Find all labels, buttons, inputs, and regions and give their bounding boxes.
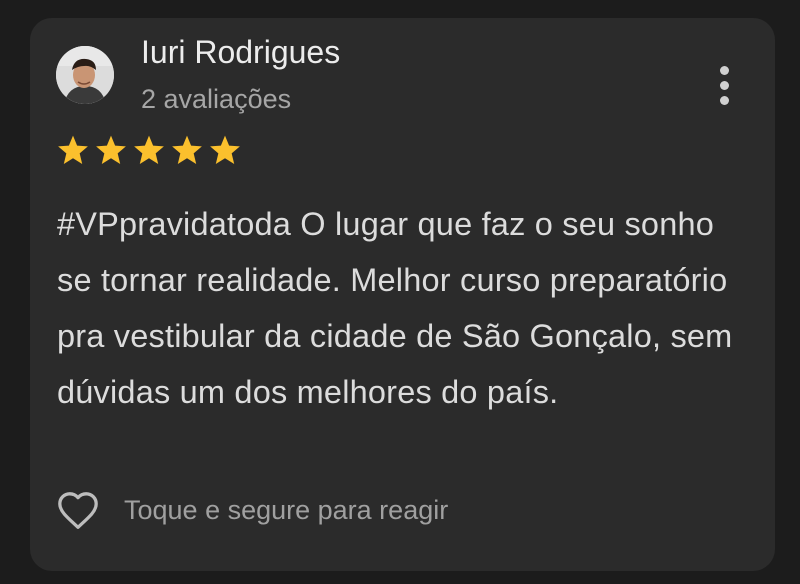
avatar-photo (56, 46, 114, 104)
react-hint: Toque e segure para reagir (124, 494, 449, 525)
star-icon (208, 134, 242, 167)
star-icon (132, 134, 166, 167)
menu-dot (720, 81, 729, 90)
review-card: Iuri Rodrigues 2 avaliações #VPpravidato… (30, 18, 775, 571)
menu-dot (720, 66, 729, 75)
avatar[interactable] (56, 46, 114, 104)
more-vert-icon[interactable] (710, 66, 740, 106)
author-review-count: 2 avaliações (141, 84, 292, 114)
star-rating (56, 134, 242, 167)
star-icon (94, 134, 128, 167)
heart-outline-icon (58, 492, 98, 529)
review-text: #VPpravidatoda O lugar que faz o seu son… (57, 206, 733, 410)
star-icon (170, 134, 204, 167)
star-icon (56, 134, 90, 167)
react-button[interactable]: Toque e segure para reagir (56, 490, 448, 530)
author-name[interactable]: Iuri Rodrigues (141, 34, 340, 71)
menu-dot (720, 96, 729, 105)
